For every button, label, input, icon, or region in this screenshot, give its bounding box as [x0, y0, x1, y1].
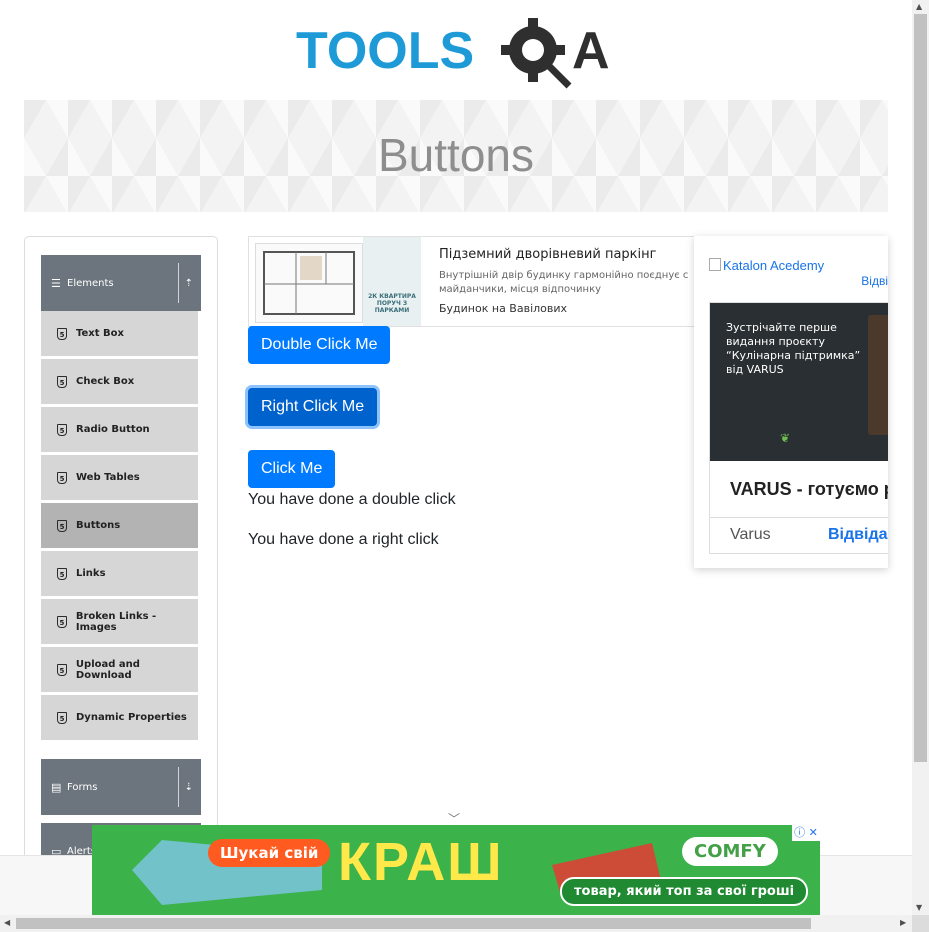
scroll-up-icon[interactable]: ▲: [916, 2, 922, 11]
sidebar-item-label: Links: [76, 568, 106, 579]
advertiser-name: Varus: [730, 526, 771, 543]
page-banner: Buttons: [24, 100, 888, 212]
form-icon: ▤: [51, 780, 62, 794]
toolsqa-logo[interactable]: TOOLS A: [296, 14, 626, 92]
ad-big-text: КРАШ: [338, 832, 504, 892]
sidebar-item-web-tables[interactable]: 5 Web Tables: [41, 455, 198, 500]
sidebar-item-links[interactable]: 5 Links: [41, 551, 198, 596]
sidebar-item-label: Radio Button: [76, 424, 150, 435]
ad-title: Підземний дворівневий паркінг: [439, 247, 657, 262]
scroll-right-icon[interactable]: ▶: [900, 918, 906, 927]
katalon-image-link[interactable]: Katalon Acedemy: [709, 258, 824, 273]
sidebar-item-upload-download[interactable]: 5 Upload and Download: [41, 647, 198, 692]
right-click-message: You have done a right click: [248, 531, 439, 548]
ad-sponsor: Будинок на Вавілових: [439, 302, 568, 315]
html5-icon: 5: [57, 471, 67, 484]
collapse-up-icon: ⇡: [184, 277, 193, 289]
top-advertisement[interactable]: 2К КВАРТИРА ПОРУЧ З ПАРКАМИ Підземний дв…: [248, 236, 720, 327]
sidebar-item-radio-button[interactable]: 5 Radio Button: [41, 407, 198, 452]
html5-icon: 5: [57, 375, 67, 388]
promo-text: Зустрічайте перше видання проєкту “Кулін…: [726, 321, 861, 376]
svg-text:A: A: [572, 22, 610, 80]
sidebar-item-label: Check Box: [76, 376, 135, 387]
html5-icon: 5: [57, 423, 67, 436]
group-header-elements[interactable]: ☰ Elements ⇡: [41, 255, 201, 311]
vertical-scroll-thumb[interactable]: [914, 14, 927, 762]
group-header-forms[interactable]: ▤ Forms ⇣: [41, 759, 201, 815]
html5-icon: 5: [57, 711, 67, 724]
page-title: Buttons: [378, 129, 534, 181]
image-alt-text: Katalon Acedemy: [723, 258, 825, 273]
scrollbar-corner: [912, 915, 929, 932]
ad-tagline: товар, який топ за свої гроші: [560, 877, 809, 906]
scroll-left-icon[interactable]: ◀: [4, 918, 10, 927]
vertical-scrollbar[interactable]: ▲ ▼: [912, 0, 929, 915]
visit-button[interactable]: Відвідайте: [828, 526, 888, 544]
double-click-button[interactable]: Double Click Me: [248, 326, 391, 364]
html5-icon: 5: [57, 567, 67, 580]
broken-image-icon: [709, 258, 721, 271]
sidebar-item-label: Broken Links - Images: [75, 610, 157, 633]
double-click-message: You have done a double click: [248, 491, 456, 508]
side-advertisement[interactable]: Katalon Acedemy Відві Зустрічайте перше …: [694, 236, 888, 568]
leaf-icon: ❦: [780, 431, 791, 445]
sidebar-item-buttons[interactable]: 5 Buttons: [41, 503, 198, 548]
visit-link[interactable]: Відві: [861, 274, 888, 288]
varus-ad-card[interactable]: Зустрічайте перше видання проєкту “Кулін…: [709, 302, 888, 554]
click-me-button[interactable]: Click Me: [248, 450, 336, 488]
html5-icon: 5: [57, 663, 67, 676]
group-header-label: Forms: [67, 781, 98, 793]
html5-icon: 5: [57, 615, 67, 628]
html5-icon: 5: [57, 327, 67, 340]
plan-caption-panel: 2К КВАРТИРА ПОРУЧ З ПАРКАМИ: [363, 237, 421, 326]
comfy-logo: COMFY: [682, 837, 778, 866]
gear-icon: [501, 18, 572, 89]
ad-close-icon[interactable]: ⓘ ✕: [792, 825, 820, 841]
ad-body: Внутрішній двір будинку гармонійно поєдн…: [439, 270, 689, 295]
sidebar-item-label: Buttons: [76, 520, 121, 531]
sidebar-item-dynamic-properties[interactable]: 5 Dynamic Properties: [41, 695, 198, 740]
ad-headline: VARUS - готуємо ра: [730, 479, 888, 499]
expand-down-icon: ⇣: [184, 781, 193, 793]
ad-pill-search: Шукай свій: [208, 839, 331, 867]
sidebar-item-label: Text Box: [76, 328, 124, 339]
horizontal-scrollbar[interactable]: ◀ ▶: [0, 915, 912, 932]
varus-promo-image: Зустрічайте перше видання проєкту “Кулін…: [710, 303, 888, 461]
ad-footer: Varus Відвідайте: [710, 517, 888, 553]
cookbook-cover: [868, 315, 888, 435]
elements-menu: 5 Text Box 5 Check Box 5 Radio Button 5 Web …: [41, 311, 198, 743]
html5-icon: 5: [57, 519, 67, 532]
group-header-label: Elements: [67, 277, 114, 289]
sidebar: ☰ Elements ⇡ 5 Text Box 5 Check Box 5 Radio…: [24, 236, 218, 878]
sidebar-item-label: Web Tables: [76, 472, 140, 483]
bottom-advertisement[interactable]: Шукай свій КРАШ COMFY товар, який топ за…: [92, 825, 820, 915]
logo-text-tools: TOOLS: [296, 22, 474, 80]
right-click-button[interactable]: Right Click Me: [248, 388, 378, 426]
sidebar-item-broken-links[interactable]: 5 Broken Links - Images: [41, 599, 198, 644]
plan-caption: 2К КВАРТИРА ПОРУЧ З ПАРКАМИ: [368, 293, 416, 314]
floor-plan-image: [255, 243, 363, 323]
horizontal-scroll-thumb[interactable]: [16, 918, 811, 929]
hamburger-icon: ☰: [51, 276, 61, 290]
sidebar-item-label: Upload and Download: [75, 658, 140, 681]
sidebar-item-check-box[interactable]: 5 Check Box: [41, 359, 198, 404]
sidebar-item-label: Dynamic Properties: [76, 712, 187, 723]
sidebar-item-text-box[interactable]: 5 Text Box: [41, 311, 198, 356]
scroll-down-icon[interactable]: ▼: [916, 903, 922, 912]
